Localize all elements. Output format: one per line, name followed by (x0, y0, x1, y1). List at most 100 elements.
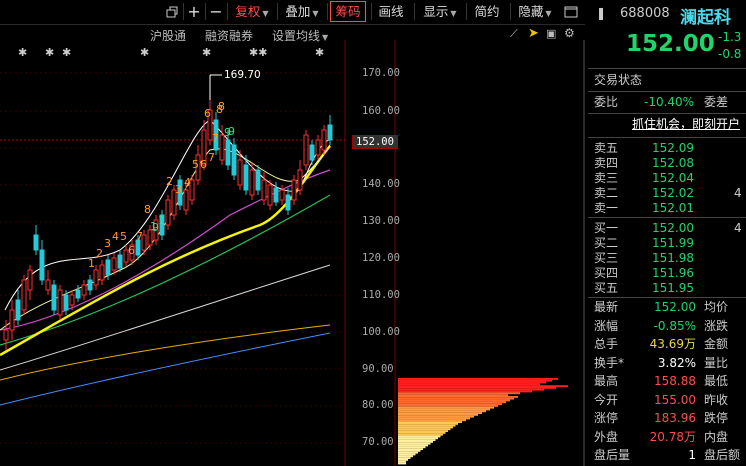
stat-label-2: 涨跌 (704, 318, 729, 333)
stat-value: 158.88 (654, 374, 696, 388)
change-percent: -0.8 (718, 47, 742, 61)
y-tick: 80.00 (362, 399, 394, 411)
td-count-label: 3 (175, 183, 182, 196)
td-count-label: 2 (166, 175, 173, 188)
weibi-value: -10.40% (644, 95, 695, 109)
td-count-label: 8 (218, 100, 225, 113)
current-price-tag: 152.00 (352, 135, 398, 149)
y-tick: 70.00 (362, 436, 394, 448)
restore-icon[interactable] (162, 2, 182, 21)
hide-button[interactable]: 隐藏 ▼ (513, 2, 557, 21)
candle (315, 139, 321, 156)
gear-icon[interactable]: ⚙ (564, 26, 575, 40)
stat-label: 换手* (594, 355, 625, 370)
candle (51, 284, 57, 311)
td-count-label: 7 (136, 230, 143, 243)
fuquan-button[interactable]: 复权 ▼ (230, 2, 274, 21)
candle (63, 294, 69, 311)
quote-panel: ❚ 688008 澜起科 152.00 -1.3 -0.8 交易状态 委比 -1… (588, 0, 746, 466)
td-count-label: 8 (144, 203, 151, 216)
stat-value: -0.85% (653, 318, 696, 333)
candle (291, 179, 297, 201)
y-tick: 170.00 (362, 67, 400, 79)
td-count-label: 5 (192, 158, 199, 171)
lock-icon[interactable]: ▣ (546, 27, 556, 40)
td-count-label: 4 (184, 176, 191, 189)
ask-price[interactable]: 152.01 (652, 200, 694, 217)
candle (81, 284, 87, 296)
stat-label-2: 跌停 (704, 411, 729, 425)
stat-label-2: 金额 (704, 337, 729, 351)
candle (309, 144, 315, 161)
candle (117, 254, 123, 269)
cursor-icon[interactable]: ➤ (528, 26, 539, 41)
stat-label: 最新 (594, 300, 619, 314)
simple-button[interactable]: 简约 (470, 2, 504, 21)
td-count-label: 4 (112, 230, 119, 243)
stock-code: 688008 (620, 6, 670, 21)
y-tick: 90.00 (362, 363, 394, 375)
chart-toolbar: + − 复权 ▼ 叠加 ▼ 筹码 画线 显示 ▼ 简约 隐藏 ▼ (0, 0, 585, 25)
last-price: 152.00 (626, 31, 715, 57)
stat-value: 3.82% (657, 355, 696, 370)
candle (21, 279, 27, 311)
candle (249, 169, 255, 196)
td-count-label: 6 (200, 158, 207, 171)
minus-icon[interactable]: − (207, 2, 225, 21)
stat-label-2: 内盘 (704, 429, 729, 444)
plus-icon[interactable]: + (185, 2, 203, 21)
stat-label-2: 盘后额 (704, 448, 741, 462)
candle (267, 184, 273, 206)
draw-line-button[interactable]: 画线 (374, 2, 408, 21)
candle (15, 299, 21, 321)
candle (255, 169, 261, 191)
y-tick: 140.00 (362, 178, 400, 190)
weibi-label: 委比 (594, 95, 619, 109)
candle (45, 279, 51, 291)
candle (183, 189, 189, 211)
drawing-icon[interactable]: ⟋ (510, 27, 518, 41)
window-icon[interactable] (560, 2, 582, 21)
chip-button[interactable]: 筹码 (330, 1, 366, 22)
stat-label-2: 量比 (704, 355, 729, 370)
candle (327, 124, 333, 141)
stock-name: 澜起科 (680, 8, 731, 28)
stat-label: 最高 (594, 374, 619, 388)
y-tick: 130.00 (362, 215, 400, 227)
open-account-link[interactable]: 抓住机会，即刻开户 (632, 116, 740, 133)
td-count-label: 6 (204, 107, 211, 120)
candle (57, 289, 63, 316)
stat-label-2: 最低 (704, 374, 729, 388)
candle (9, 309, 15, 331)
candle (27, 269, 33, 291)
candle (87, 279, 93, 291)
candle (75, 289, 81, 299)
stat-label: 今开 (594, 392, 619, 407)
td-count-label: 2 (96, 247, 103, 260)
td-count-label: 5 (120, 230, 127, 243)
td-count-label: 1 (150, 220, 157, 233)
kline-chart[interactable]: 169.70 (0, 40, 585, 466)
candle (285, 194, 291, 211)
candle (303, 134, 309, 166)
stat-label: 涨幅 (594, 318, 619, 333)
ask-volume: 4 (734, 186, 742, 200)
bid-volume: 4 (734, 221, 742, 235)
overlay-button[interactable]: 叠加 ▼ (280, 2, 324, 21)
trade-status: 交易状态 (594, 73, 643, 87)
y-tick: 100.00 (362, 326, 400, 338)
display-button[interactable]: 显示 ▼ (418, 2, 462, 21)
y-tick: 160.00 (362, 105, 400, 117)
y-tick: 120.00 (362, 252, 400, 264)
stat-label: 盘后量 (594, 448, 631, 462)
stat-value: 43.69万 (649, 337, 696, 351)
td-count-label: 7 (208, 151, 215, 164)
weicha-label: 委差 (704, 95, 729, 109)
candle (237, 159, 243, 186)
candle (33, 234, 39, 251)
change-value: -1.3 (718, 30, 742, 44)
td-count-label: 7 (212, 132, 219, 145)
candle (273, 187, 279, 203)
bid-price[interactable]: 151.95 (652, 280, 694, 297)
back-icon[interactable]: ❚ (596, 6, 606, 20)
